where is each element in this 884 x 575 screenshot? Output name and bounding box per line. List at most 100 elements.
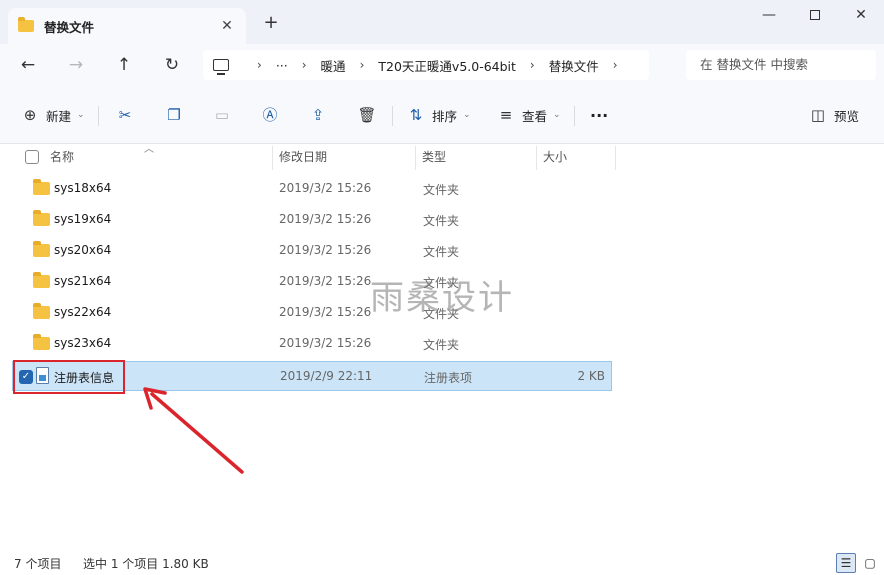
- preview-label: 预览: [834, 108, 860, 124]
- file-name: sys23x64: [54, 336, 112, 350]
- chevron-right-icon[interactable]: ›: [257, 58, 262, 72]
- file-name: sys22x64: [54, 305, 112, 319]
- folder-icon: [33, 179, 50, 195]
- title-bar: 替换文件 ✕ + — ✕: [0, 0, 884, 44]
- tab-title: 替换文件: [44, 19, 95, 35]
- chevron-right-icon[interactable]: ›: [302, 58, 307, 72]
- more-options-label: ···: [590, 105, 609, 125]
- paste-button[interactable]: ▭: [212, 103, 232, 127]
- trash-icon: 🗑: [357, 106, 377, 124]
- folder-icon: [33, 303, 50, 319]
- maximize-icon: [810, 10, 820, 20]
- file-name: sys18x64: [54, 181, 112, 195]
- file-name: sys21x64: [54, 274, 112, 288]
- preview-button[interactable]: ◫ 预览: [808, 103, 859, 127]
- sort-icon: ⇅: [409, 106, 423, 124]
- file-date: 2019/3/2 15:26: [279, 305, 372, 319]
- back-button[interactable]: ←: [14, 52, 42, 78]
- copy-button[interactable]: ❐: [164, 103, 184, 127]
- annotation-highlight-box: [13, 360, 125, 394]
- list-item[interactable]: sys20x64 2019/3/2 15:26 文件夹: [12, 236, 612, 266]
- search-input[interactable]: 在 替换文件 中搜索: [686, 50, 876, 80]
- new-label: 新建: [46, 108, 72, 124]
- rename-icon: Ⓐ: [262, 106, 278, 124]
- command-bar: ⊕ 新建 ⌄ ✂ ❐ ▭ Ⓐ ⇪ 🗑 ⇅ 排序 ⌄ ≡ 查看 ⌄ ··· ◫ 预…: [0, 86, 884, 144]
- file-size: 2 KB: [577, 369, 605, 383]
- tiles-view-button[interactable]: ▢: [860, 553, 880, 573]
- up-button[interactable]: ↑: [110, 52, 138, 78]
- share-icon: ⇪: [311, 106, 325, 124]
- minimize-button[interactable]: —: [746, 0, 792, 32]
- close-window-button[interactable]: ✕: [838, 0, 884, 32]
- chevron-right-icon[interactable]: ›: [613, 58, 618, 72]
- view-label: 查看: [522, 108, 548, 124]
- list-item[interactable]: sys19x64 2019/3/2 15:26 文件夹: [12, 205, 612, 235]
- item-count: 7 个项目: [14, 557, 62, 571]
- copy-icon: ❐: [167, 106, 181, 124]
- sort-label: 排序: [432, 108, 458, 124]
- divider: [98, 106, 99, 126]
- preview-pane-icon: ◫: [810, 106, 826, 124]
- list-item[interactable]: sys23x64 2019/3/2 15:26 文件夹: [12, 329, 612, 359]
- selection-info: 选中 1 个项目 1.80 KB: [83, 557, 209, 571]
- column-name[interactable]: 名称: [44, 144, 272, 170]
- tab-replace-files[interactable]: 替换文件 ✕: [8, 8, 246, 44]
- divider: [574, 106, 575, 126]
- file-date: 2019/3/2 15:26: [279, 243, 372, 257]
- details-view-button[interactable]: ☰: [836, 553, 856, 573]
- more-options-button[interactable]: ···: [590, 103, 608, 127]
- file-type: 文件夹: [423, 338, 460, 352]
- chevron-right-icon[interactable]: ›: [530, 58, 535, 72]
- file-type: 文件夹: [423, 183, 460, 197]
- navigation-bar: ← → ↑ ↻ › ··· › 暖通 › T20天正暖通v5.0-64bit ›…: [0, 44, 884, 86]
- plus-circle-icon: ⊕: [23, 106, 37, 124]
- breadcrumb-item-replace-files[interactable]: 替换文件: [549, 56, 599, 75]
- column-type[interactable]: 类型: [416, 144, 536, 170]
- forward-button[interactable]: →: [62, 52, 90, 78]
- computer-icon[interactable]: [213, 59, 229, 75]
- breadcrumb-item-hvac[interactable]: 暖通: [321, 56, 346, 75]
- cut-button[interactable]: ✂: [115, 103, 135, 127]
- chevron-down-icon: ⌄: [463, 110, 471, 120]
- folder-icon: [33, 272, 50, 288]
- file-date: 2019/3/2 15:26: [279, 181, 372, 195]
- file-type: 文件夹: [423, 214, 460, 228]
- refresh-button[interactable]: ↻: [158, 52, 186, 78]
- breadcrumb-overflow[interactable]: ···: [276, 58, 288, 73]
- delete-button[interactable]: 🗑: [357, 103, 377, 127]
- divider: [392, 106, 393, 126]
- file-date: 2019/2/9 22:11: [280, 369, 373, 383]
- folder-icon: [33, 334, 50, 350]
- list-item[interactable]: sys18x64 2019/3/2 15:26 文件夹: [12, 174, 612, 204]
- file-date: 2019/3/2 15:26: [279, 336, 372, 350]
- column-date[interactable]: 修改日期: [273, 144, 415, 170]
- column-divider[interactable]: [615, 146, 616, 170]
- address-bar[interactable]: › ··· › 暖通 › T20天正暖通v5.0-64bit › 替换文件 ›: [203, 50, 649, 80]
- select-all-checkbox[interactable]: [25, 150, 39, 164]
- sort-button[interactable]: ⇅ 排序 ⌄: [406, 103, 471, 127]
- file-date: 2019/3/2 15:26: [279, 274, 372, 288]
- column-size[interactable]: 大小: [537, 144, 615, 170]
- new-tab-button[interactable]: +: [260, 12, 282, 34]
- folder-icon: [18, 17, 34, 32]
- new-button[interactable]: ⊕ 新建 ⌄: [20, 103, 85, 127]
- scissors-icon: ✂: [118, 106, 132, 124]
- folder-icon: [33, 210, 50, 226]
- file-name: sys20x64: [54, 243, 112, 257]
- close-tab-button[interactable]: ✕: [218, 17, 236, 35]
- rename-button[interactable]: Ⓐ: [260, 103, 280, 127]
- list-item[interactable]: sys21x64 2019/3/2 15:26 文件夹: [12, 267, 612, 297]
- share-button[interactable]: ⇪: [308, 103, 328, 127]
- maximize-button[interactable]: [792, 0, 838, 32]
- view-button[interactable]: ≡ 查看 ⌄: [496, 103, 561, 127]
- chevron-right-icon[interactable]: ›: [360, 58, 365, 72]
- breadcrumb-item-t20[interactable]: T20天正暖通v5.0-64bit: [378, 56, 516, 75]
- file-type: 文件夹: [423, 245, 460, 259]
- status-bar: 7 个项目 选中 1 个项目 1.80 KB ☰ ▢: [0, 549, 884, 575]
- file-date: 2019/3/2 15:26: [279, 212, 372, 226]
- file-name: sys19x64: [54, 212, 112, 226]
- list-item[interactable]: sys22x64 2019/3/2 15:26 文件夹: [12, 298, 612, 328]
- chevron-down-icon: ⌄: [553, 110, 561, 120]
- column-header: ︿ 名称 修改日期 类型 大小: [0, 144, 884, 170]
- view-lines-icon: ≡: [499, 106, 513, 124]
